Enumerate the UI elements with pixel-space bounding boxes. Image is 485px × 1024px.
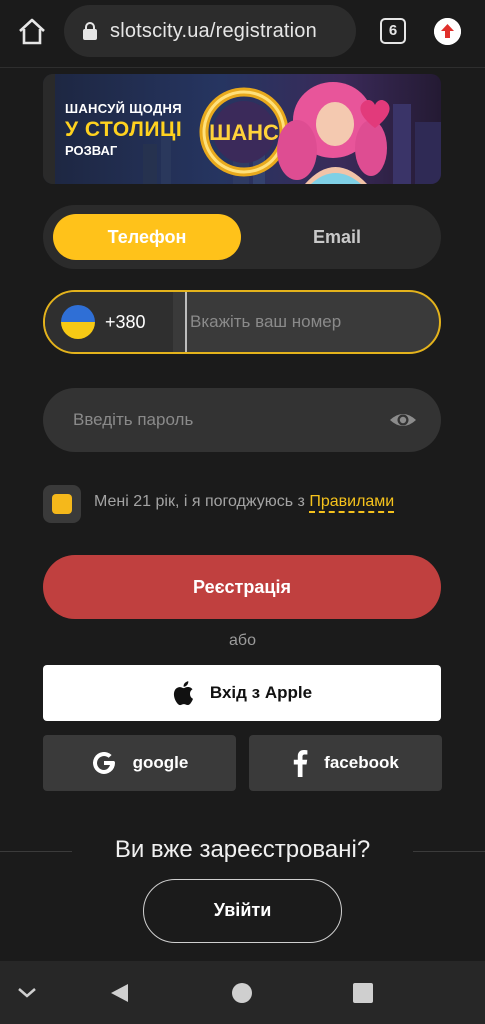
banner-line-1: ШАНСУЙ ЩОДНЯ <box>65 101 182 116</box>
password-input[interactable] <box>73 388 373 452</box>
phone-field[interactable]: +380 <box>43 290 441 354</box>
already-registered-heading: Ви вже зареєстровані? <box>114 836 371 863</box>
banner-line-3: РОЗВАГ <box>65 143 118 158</box>
home-circle-icon[interactable] <box>231 982 253 1004</box>
tab-email[interactable]: Email <box>243 214 431 260</box>
back-icon[interactable] <box>108 982 130 1004</box>
country-selector[interactable]: +380 <box>45 292 173 352</box>
lock-icon <box>83 22 97 40</box>
logo-text: ШАНС <box>209 120 279 145</box>
banner-line-2: У СТОЛИЦІ <box>65 118 183 141</box>
chevron-down-icon[interactable] <box>16 983 38 1001</box>
agreement-text: Мені 21 рік, і я погоджуюсь з Правилами <box>94 493 395 513</box>
facebook-login-button[interactable]: facebook <box>249 735 442 791</box>
promo-banner[interactable]: ШАНСУЙ ЩОДНЯ У СТОЛИЦІ РОЗВАГ ШАНС <box>43 74 441 184</box>
or-separator: або <box>229 632 256 649</box>
password-field[interactable] <box>43 388 441 452</box>
rules-link[interactable]: Правилами <box>309 493 395 513</box>
heart-icon <box>360 99 390 128</box>
age-agreement-checkbox[interactable] <box>43 485 81 523</box>
google-login-button[interactable]: google <box>43 735 236 791</box>
google-login-label: google <box>132 753 189 772</box>
ukraine-flag-icon <box>61 305 95 339</box>
login-button[interactable]: Увійти <box>143 879 342 943</box>
browser-toolbar: slotscity.ua/registration 6 <box>0 0 485 68</box>
tab-switcher-button[interactable]: 6 <box>380 18 406 44</box>
register-button[interactable]: Реєстрація <box>43 555 441 619</box>
phone-input[interactable] <box>185 292 435 352</box>
upload-icon[interactable] <box>434 18 461 45</box>
recent-apps-icon[interactable] <box>352 982 374 1004</box>
apple-login-button[interactable]: Вхід з Apple <box>43 665 441 721</box>
facebook-login-label: facebook <box>324 753 399 772</box>
url-text: slotscity.ua/registration <box>110 19 317 42</box>
apple-login-label: Вхід з Apple <box>209 683 313 702</box>
facebook-icon <box>293 750 308 777</box>
registration-method-tabs: Телефон Email <box>43 205 441 269</box>
address-bar[interactable]: slotscity.ua/registration <box>64 5 356 57</box>
home-icon[interactable] <box>16 16 48 48</box>
country-code: +380 <box>105 311 146 332</box>
tab-phone[interactable]: Телефон <box>53 214 241 260</box>
apple-icon <box>173 681 193 706</box>
agreement-label: Мені 21 рік, і я погоджуюсь з <box>94 493 305 510</box>
show-password-icon[interactable] <box>389 407 417 433</box>
google-icon <box>92 751 115 774</box>
system-navigation-bar <box>0 961 485 1024</box>
checkbox-mark <box>52 494 72 514</box>
